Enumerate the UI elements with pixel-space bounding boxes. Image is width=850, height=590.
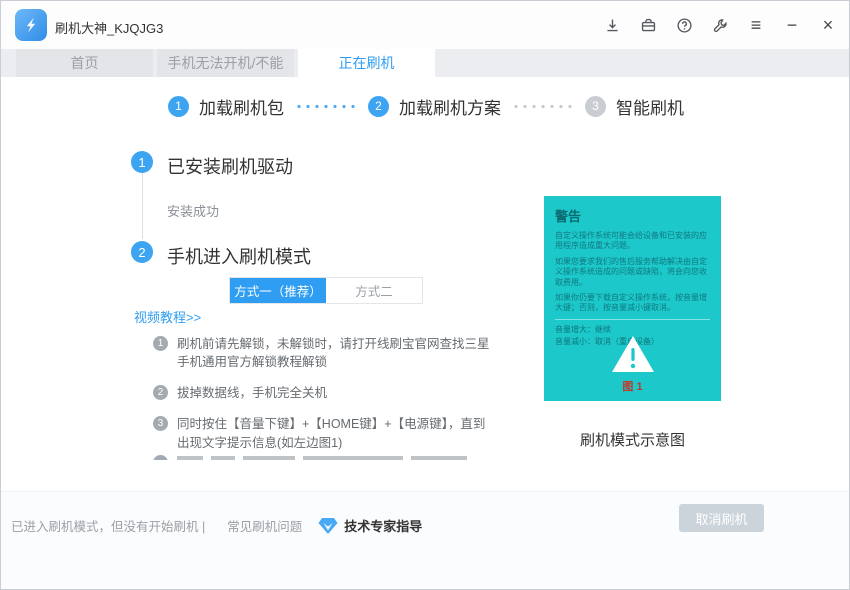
expert-gem-icon [318, 517, 338, 535]
tab-flashing-active[interactable]: 正在刷机 [298, 49, 435, 77]
tab-home[interactable]: 首页 [16, 49, 153, 77]
titlebar-actions: ≡ − × [603, 1, 837, 49]
figure-caption: 刷机模式示意图 [544, 429, 721, 450]
help-icon[interactable] [675, 16, 693, 34]
stepper-step1-badge: 1 [168, 96, 189, 117]
tab-bar: 首页 手机无法开机/不能 正在刷机 [1, 49, 850, 77]
list-item: 2 拔掉数据线，手机完全关机 [153, 384, 505, 402]
list-item: 3 同时按住【音量下键】+【HOME键】+【电源键】，直到出现文字提示信息(如左… [153, 415, 505, 451]
flash-mode-screenshot: 警告 自定义操作系统可能会给设备和已安装的应用程序造成重大问题。 如果您要求我们… [544, 196, 721, 401]
stepper-step3-label: 智能刷机 [616, 94, 684, 119]
footer-status-area: 已进入刷机模式，但没有开始刷机 | 常见刷机问题 技术专家指导 [11, 516, 422, 535]
window-title: 刷机大神_KJQJG3 [55, 18, 163, 37]
driver-install-status: 安装成功 [167, 201, 219, 220]
warning-paragraph: 如果你仍要下载自定义操作系统，按音量增大键；否则，按音量减小键取消。 [555, 293, 710, 314]
method-two-tab[interactable]: 方式二 [326, 278, 422, 303]
stepper-leader-dots [511, 104, 575, 109]
expert-guidance-link[interactable]: 技术专家指导 [318, 516, 422, 535]
method-one-tab[interactable]: 方式一（推荐） [230, 278, 326, 303]
warning-paragraph: 如果您要求我们的售后服务帮助解决由自定义操作系统造成的问题或缺陷，将会向您收取费… [555, 257, 710, 288]
instruction-number-badge: 3 [153, 416, 168, 431]
stepper-leader-dots [294, 104, 358, 109]
app-logo-icon [15, 9, 47, 41]
divider [555, 319, 710, 320]
cancel-flash-button[interactable]: 取消刷机 [679, 504, 764, 532]
instruction-number-badge: 2 [153, 385, 168, 400]
toolbox-icon[interactable] [639, 16, 657, 34]
instruction-list: 1 刷机前请先解锁，未解锁时，请打开线刷宝官网查找三星手机通用官方解锁教程解锁 … [153, 335, 505, 461]
faq-link[interactable]: 常见刷机问题 [227, 516, 302, 535]
instruction-text: 刷机前请先解锁，未解锁时，请打开线刷宝官网查找三星手机通用官方解锁教程解锁 [177, 335, 497, 371]
flash-mode-step-title: 手机进入刷机模式 [167, 243, 311, 269]
video-tutorial-link[interactable]: 视频教程>> [134, 307, 201, 326]
instruction-text: 同时按住【音量下键】+【HOME键】+【电源键】，直到出现文字提示信息(如左边图… [177, 415, 497, 451]
minimize-icon[interactable]: − [783, 16, 801, 34]
instruction-text: 拔掉数据线，手机完全关机 [177, 384, 497, 402]
download-icon[interactable] [603, 16, 621, 34]
flash-status-text: 已进入刷机模式，但没有开始刷机 | [11, 516, 205, 535]
instruction-number-badge: 1 [153, 336, 168, 351]
warning-paragraph: 自定义操作系统可能会给设备和已安装的应用程序造成重大问题。 [555, 231, 710, 252]
instruction-number-badge [153, 455, 168, 460]
method-toggle: 方式一（推荐） 方式二 [229, 277, 423, 304]
titlebar: 刷机大神_KJQJG3 ≡ − × [1, 1, 850, 49]
stepper-step1-label: 加载刷机包 [199, 94, 284, 119]
driver-step-badge: 1 [131, 151, 153, 173]
close-icon[interactable]: × [819, 16, 837, 34]
wrench-icon[interactable] [711, 16, 729, 34]
app-window: 刷机大神_KJQJG3 ≡ − × 首页 手机无法开机/不能 正在刷机 1 加载 [0, 0, 850, 590]
flash-mode-step-badge: 2 [131, 241, 153, 263]
figure-number-label: 图 1 [544, 378, 721, 394]
tab-phone-wont-boot[interactable]: 手机无法开机/不能 [157, 49, 294, 77]
expert-guidance-label: 技术专家指导 [344, 516, 422, 535]
list-item: 1 刷机前请先解锁，未解锁时，请打开线刷宝官网查找三星手机通用官方解锁教程解锁 [153, 335, 505, 371]
warning-title: 警告 [555, 206, 710, 225]
progress-stepper: 1 加载刷机包 2 加载刷机方案 3 智能刷机 [1, 89, 850, 123]
menu-icon[interactable]: ≡ [747, 16, 765, 34]
driver-step-title: 已安装刷机驱动 [167, 153, 293, 179]
step-connector-line [142, 173, 143, 239]
stepper-step2-label: 加载刷机方案 [399, 94, 501, 119]
stepper-step3-badge: 3 [585, 96, 606, 117]
clipped-instruction-row [153, 453, 505, 460]
footer-bar: 已进入刷机模式，但没有开始刷机 | 常见刷机问题 技术专家指导 取消刷机 [1, 491, 850, 590]
warning-triangle-icon [610, 334, 656, 379]
stepper-step2-badge: 2 [368, 96, 389, 117]
